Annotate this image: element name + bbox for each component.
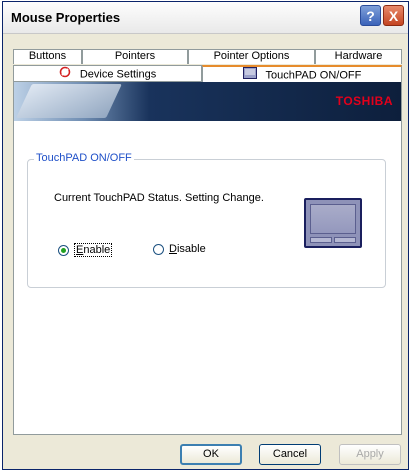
title-bar: Mouse Properties ? X	[3, 2, 408, 34]
tab-device-settings[interactable]: Device Settings	[13, 65, 202, 82]
enable-label: Enable	[74, 243, 113, 257]
enable-label-rest: nable	[83, 244, 111, 256]
touchpad-image	[304, 198, 362, 248]
touchpad-right-button	[334, 237, 356, 243]
window-title: Mouse Properties	[11, 10, 121, 25]
apply-button[interactable]: Apply	[339, 444, 401, 465]
disable-radio-dot[interactable]	[153, 243, 164, 255]
group-legend: TouchPAD ON/OFF	[34, 152, 134, 164]
close-button[interactable]: X	[383, 5, 404, 26]
help-button[interactable]: ?	[360, 5, 381, 26]
disable-mnemonic: D	[169, 243, 177, 255]
status-text: Current TouchPAD Status. Setting Change.	[54, 192, 264, 204]
enable-radio[interactable]: Enable	[58, 243, 113, 257]
laptop-image	[16, 84, 122, 118]
touchpad-left-button	[310, 237, 332, 243]
mouse-properties-window: Mouse Properties ? X Buttons Pointers Po…	[2, 1, 409, 470]
tab-hardware[interactable]: Hardware	[315, 49, 402, 64]
cancel-button[interactable]: Cancel	[259, 444, 321, 465]
tab-label: TouchPAD ON/OFF	[265, 69, 362, 82]
enable-radio-dot[interactable]	[58, 244, 69, 256]
tab-label: Hardware	[334, 50, 383, 62]
tab-panel: TOSHIBA TouchPAD ON/OFF Current TouchPAD…	[13, 81, 402, 435]
ok-button[interactable]: OK	[180, 444, 242, 465]
tab-touchpad-on-off[interactable]: TouchPAD ON/OFF	[202, 65, 402, 82]
toshiba-logo: TOSHIBA	[335, 94, 393, 108]
disable-label-rest: isable	[176, 243, 206, 255]
disable-radio[interactable]: Disable	[153, 243, 206, 255]
toshiba-banner: TOSHIBA	[14, 82, 401, 121]
tab-buttons[interactable]: Buttons	[13, 49, 82, 64]
touchpad-surface	[310, 204, 356, 234]
tab-label: Buttons	[28, 50, 67, 62]
tab-label: Pointers	[114, 50, 156, 62]
tab-pointers[interactable]: Pointers	[82, 49, 188, 64]
tab-label: Pointer Options	[213, 50, 290, 62]
tab-label: Device Settings	[79, 68, 157, 81]
touchpad-group: TouchPAD ON/OFF Current TouchPAD Status.…	[27, 152, 386, 288]
tab-pointer-options[interactable]: Pointer Options	[188, 49, 315, 64]
disable-label: Disable	[169, 243, 206, 255]
touchpad-icon	[242, 67, 257, 84]
